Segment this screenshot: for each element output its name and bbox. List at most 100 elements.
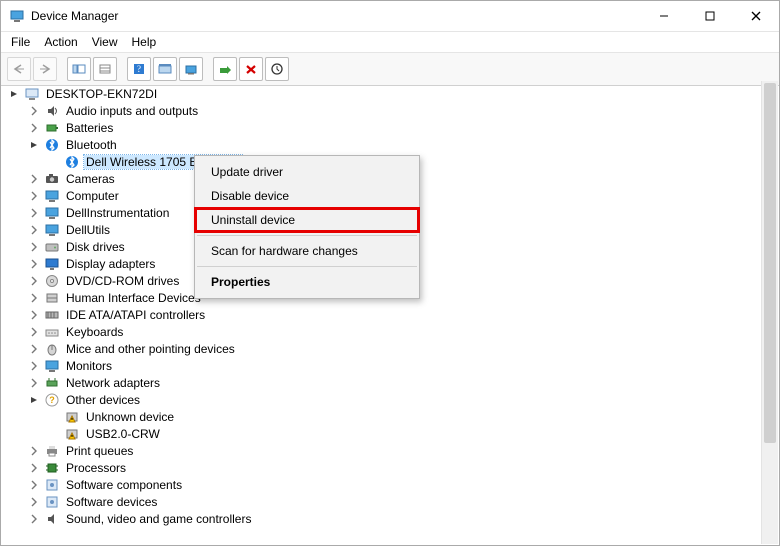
tree-item-label[interactable]: DellInstrumentation bbox=[64, 206, 171, 220]
expand-icon[interactable] bbox=[28, 496, 40, 508]
nav-back-button[interactable] bbox=[7, 57, 31, 81]
scrollbar-thumb[interactable] bbox=[764, 83, 776, 443]
expand-icon[interactable] bbox=[28, 309, 40, 321]
collapse-icon[interactable] bbox=[28, 139, 40, 151]
monitor-icon bbox=[44, 222, 60, 238]
tree-item-label[interactable]: Monitors bbox=[64, 359, 114, 373]
tree-item-label[interactable]: Computer bbox=[64, 189, 121, 203]
software-icon bbox=[44, 494, 60, 510]
menu-file[interactable]: File bbox=[11, 35, 30, 49]
expand-icon[interactable] bbox=[28, 122, 40, 134]
collapse-icon[interactable] bbox=[8, 88, 20, 100]
expand-icon[interactable] bbox=[28, 377, 40, 389]
tree-item-label[interactable]: Cameras bbox=[64, 172, 117, 186]
tree-item-label[interactable]: Software components bbox=[64, 478, 184, 492]
tree-item-label[interactable]: Sound, video and game controllers bbox=[64, 512, 253, 526]
expand-icon[interactable] bbox=[28, 190, 40, 202]
menu-help[interactable]: Help bbox=[132, 35, 157, 49]
context-scan-hardware[interactable]: Scan for hardware changes bbox=[195, 239, 419, 263]
expand-icon[interactable] bbox=[28, 207, 40, 219]
other-devices-icon: ? bbox=[44, 392, 60, 408]
context-properties[interactable]: Properties bbox=[195, 270, 419, 294]
warning-device-icon bbox=[64, 409, 80, 425]
expand-icon[interactable] bbox=[28, 479, 40, 491]
expand-icon[interactable] bbox=[28, 343, 40, 355]
audio-icon bbox=[44, 511, 60, 527]
uninstall-device-button[interactable] bbox=[265, 57, 289, 81]
context-disable-device[interactable]: Disable device bbox=[195, 184, 419, 208]
disable-device-button[interactable] bbox=[239, 57, 263, 81]
action-button[interactable] bbox=[153, 57, 177, 81]
svg-text:?: ? bbox=[137, 64, 141, 74]
hid-icon bbox=[44, 290, 60, 306]
monitor-icon bbox=[44, 188, 60, 204]
tree-item-label[interactable]: IDE ATA/ATAPI controllers bbox=[64, 308, 207, 322]
app-icon bbox=[9, 8, 25, 24]
bluetooth-icon bbox=[64, 154, 80, 170]
expand-icon[interactable] bbox=[28, 360, 40, 372]
tree-item-label[interactable]: Bluetooth bbox=[64, 138, 119, 152]
tree-item-label[interactable]: Other devices bbox=[64, 393, 142, 407]
tree-item-label[interactable]: Batteries bbox=[64, 121, 115, 135]
monitor-icon bbox=[44, 358, 60, 374]
network-icon bbox=[44, 375, 60, 391]
root-label[interactable]: DESKTOP-EKN72DI bbox=[44, 87, 159, 101]
tree-item-label[interactable]: Unknown device bbox=[84, 410, 176, 424]
show-hide-tree-button[interactable] bbox=[67, 57, 91, 81]
display-icon bbox=[44, 256, 60, 272]
device-tree[interactable]: DESKTOP-EKN72DI Audio inputs and outputs… bbox=[2, 81, 762, 544]
properties-button[interactable] bbox=[93, 57, 117, 81]
vertical-scrollbar[interactable] bbox=[761, 81, 778, 544]
context-uninstall-device[interactable]: Uninstall device bbox=[195, 208, 419, 232]
camera-icon bbox=[44, 171, 60, 187]
tree-item-label[interactable]: Software devices bbox=[64, 495, 159, 509]
tree-item-label[interactable]: Audio inputs and outputs bbox=[64, 104, 200, 118]
expand-icon[interactable] bbox=[28, 258, 40, 270]
expand-icon[interactable] bbox=[28, 445, 40, 457]
menu-action[interactable]: Action bbox=[44, 35, 77, 49]
tree-item-label[interactable]: Print queues bbox=[64, 444, 135, 458]
enable-device-button[interactable] bbox=[213, 57, 237, 81]
svg-text:?: ? bbox=[49, 395, 55, 405]
tree-item-label[interactable]: DellUtils bbox=[64, 223, 112, 237]
expand-icon[interactable] bbox=[28, 462, 40, 474]
context-separator bbox=[197, 235, 417, 236]
maximize-button[interactable] bbox=[687, 1, 733, 31]
content-area: DESKTOP-EKN72DI Audio inputs and outputs… bbox=[2, 81, 778, 544]
device-manager-window: Device Manager File Action View Help ? bbox=[0, 0, 780, 546]
menu-bar: File Action View Help bbox=[1, 32, 779, 53]
tree-item-label[interactable]: Mice and other pointing devices bbox=[64, 342, 237, 356]
mouse-icon bbox=[44, 341, 60, 357]
ide-icon bbox=[44, 307, 60, 323]
tree-item-label[interactable]: USB2.0-CRW bbox=[84, 427, 162, 441]
expand-icon[interactable] bbox=[28, 173, 40, 185]
expand-icon[interactable] bbox=[28, 292, 40, 304]
tree-item-label[interactable]: Processors bbox=[64, 461, 128, 475]
expand-icon[interactable] bbox=[28, 224, 40, 236]
tree-item-label[interactable]: Keyboards bbox=[64, 325, 125, 339]
context-menu: Update driver Disable device Uninstall d… bbox=[194, 155, 420, 299]
nav-forward-button[interactable] bbox=[33, 57, 57, 81]
expand-icon[interactable] bbox=[28, 241, 40, 253]
tree-item-label[interactable]: Human Interface Devices bbox=[64, 291, 203, 305]
minimize-button[interactable] bbox=[641, 1, 687, 31]
expand-icon[interactable] bbox=[28, 326, 40, 338]
tree-item-label[interactable]: Disk drives bbox=[64, 240, 127, 254]
tree-item-label[interactable]: Network adapters bbox=[64, 376, 162, 390]
context-separator bbox=[197, 266, 417, 267]
menu-view[interactable]: View bbox=[92, 35, 118, 49]
context-update-driver[interactable]: Update driver bbox=[195, 160, 419, 184]
collapse-icon[interactable] bbox=[28, 394, 40, 406]
tree-item-label[interactable]: DVD/CD-ROM drives bbox=[64, 274, 181, 288]
disk-icon bbox=[44, 239, 60, 255]
close-button[interactable] bbox=[733, 1, 779, 31]
expand-icon[interactable] bbox=[28, 105, 40, 117]
expand-icon[interactable] bbox=[28, 513, 40, 525]
keyboard-icon bbox=[44, 324, 60, 340]
expand-icon[interactable] bbox=[28, 275, 40, 287]
help-button[interactable]: ? bbox=[127, 57, 151, 81]
update-driver-button[interactable] bbox=[179, 57, 203, 81]
monitor-icon bbox=[44, 205, 60, 221]
title-bar: Device Manager bbox=[1, 1, 779, 32]
tree-item-label[interactable]: Display adapters bbox=[64, 257, 157, 271]
